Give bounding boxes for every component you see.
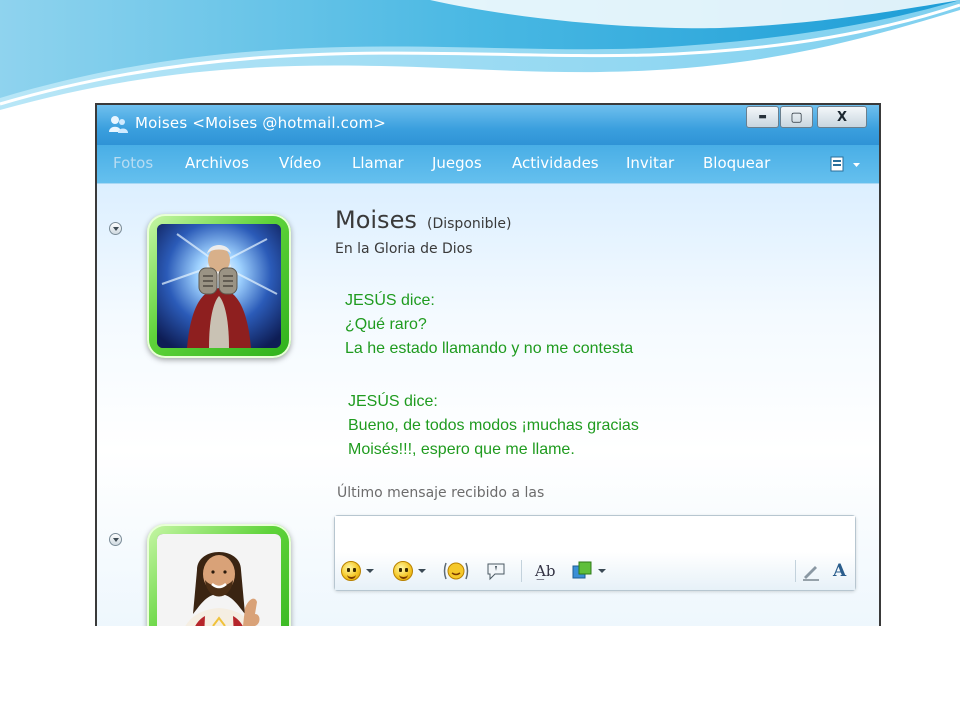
maximize-icon: ▢ xyxy=(790,109,803,125)
chevron-down-icon xyxy=(598,569,606,573)
slide-header-waves xyxy=(0,0,960,110)
contact-name: Moises xyxy=(335,206,417,234)
messenger-buddy-icon xyxy=(109,116,128,133)
close-icon: X xyxy=(836,109,848,125)
contact-avatar-frame[interactable] xyxy=(147,214,291,358)
contact-personal-message: En la Gloria de Dios xyxy=(335,241,473,257)
menu-bar: Fotos Archivos Vídeo Llamar Juegos Activ… xyxy=(97,145,879,184)
message-sender: JESÚS dice: xyxy=(348,393,438,410)
wink-icon xyxy=(393,561,413,581)
chevron-down-icon xyxy=(366,569,374,573)
emoticon-icon xyxy=(341,561,361,581)
menu-juegos[interactable]: Juegos xyxy=(432,154,482,172)
menu-actividades[interactable]: Actividades xyxy=(512,154,599,172)
self-avatar xyxy=(157,534,281,626)
menu-fotos[interactable]: Fotos xyxy=(113,154,153,172)
contact-avatar xyxy=(157,224,281,348)
menu-invitar[interactable]: Invitar xyxy=(626,154,674,172)
contact-status: (Disponible) xyxy=(427,216,512,232)
collapse-contact-button[interactable] xyxy=(109,222,122,235)
messenger-window: Moises <Moises @hotmail.com> ▬ ▢ X Fotos… xyxy=(95,103,881,626)
handwriting-icon xyxy=(803,566,819,581)
nudge-icon xyxy=(443,562,469,580)
font-check-icon: A̲b xyxy=(535,562,556,580)
wink-button[interactable] xyxy=(393,560,426,582)
toolbar-separator xyxy=(795,560,796,582)
message-sender: JESÚS dice: xyxy=(345,292,435,309)
minimize-button[interactable]: ▬ xyxy=(746,106,779,128)
emoticon-button[interactable] xyxy=(341,560,374,582)
message-text: ¿Qué raro? xyxy=(345,316,427,333)
menu-video[interactable]: Vídeo xyxy=(279,154,321,172)
handwriting-button[interactable] xyxy=(801,560,821,582)
title-bar[interactable]: Moises <Moises @hotmail.com> ▬ ▢ X xyxy=(97,105,879,145)
chevron-down-icon xyxy=(418,569,426,573)
font-icon: A xyxy=(833,561,847,581)
background-icon xyxy=(572,561,592,579)
last-message-info: Último mensaje recibido a las xyxy=(337,485,545,501)
moses-picture xyxy=(157,224,281,348)
compose-toolbar: A̲b A xyxy=(335,552,855,590)
compose-box: A̲b A xyxy=(334,515,856,591)
message-text: La he estado llamando y no me contesta xyxy=(345,340,634,357)
toolbar-separator xyxy=(521,560,522,582)
font-button[interactable]: A xyxy=(833,560,846,582)
jesus-picture xyxy=(157,534,281,626)
collapse-self-button[interactable] xyxy=(109,533,122,546)
maximize-button[interactable]: ▢ xyxy=(780,106,813,128)
message-input[interactable] xyxy=(335,516,855,552)
menu-llamar[interactable]: Llamar xyxy=(352,154,404,172)
minimize-icon: ▬ xyxy=(758,112,767,122)
background-button[interactable] xyxy=(571,560,606,582)
menu-bloquear[interactable]: Bloquear xyxy=(703,154,770,172)
menu-archivos[interactable]: Archivos xyxy=(185,154,249,172)
more-options-icon[interactable] xyxy=(829,154,865,174)
font-check-button[interactable]: A̲b xyxy=(535,560,555,582)
nudge-button[interactable] xyxy=(443,560,469,582)
close-button[interactable]: X xyxy=(817,106,867,128)
window-title: Moises <Moises @hotmail.com> xyxy=(135,114,387,132)
conversation-area: Moises (Disponible) En la Gloria de Dios… xyxy=(97,184,879,626)
message-text: Bueno, de todos modos ¡muchas gracias xyxy=(348,417,639,434)
self-avatar-frame[interactable] xyxy=(147,524,291,626)
voice-clip-button[interactable] xyxy=(485,560,507,582)
message-text: Moisés!!!, espero que me llame. xyxy=(348,441,575,458)
voice-clip-icon xyxy=(487,563,505,581)
